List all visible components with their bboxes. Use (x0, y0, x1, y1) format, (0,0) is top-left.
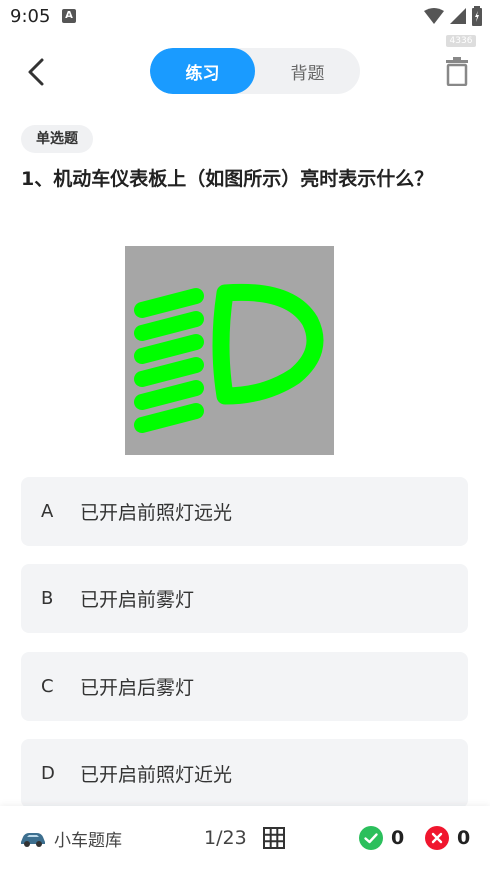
check-circle-icon (359, 826, 383, 850)
delete-button[interactable] (440, 54, 474, 88)
signal-icon (450, 8, 466, 24)
high-beam-indicator-icon (134, 283, 324, 433)
option-letter: C (41, 676, 54, 697)
x-circle-icon (425, 826, 449, 850)
option-c[interactable]: C 已开启后雾灯 (21, 652, 468, 721)
option-letter: D (41, 763, 55, 784)
option-d[interactable]: D 已开启前照灯近光 (21, 739, 468, 808)
option-text: 已开启前照灯近光 (80, 764, 233, 786)
bottom-bar: 小车题库 1/23 0 0 (0, 806, 490, 872)
mode-tabs: 练习 背题 (150, 48, 360, 94)
question-progress: 1/23 (204, 827, 247, 849)
chevron-left-icon (28, 58, 44, 86)
option-b[interactable]: B 已开启前雾灯 (21, 564, 468, 633)
status-icons (424, 6, 482, 26)
option-text: 已开启前照灯远光 (80, 502, 233, 524)
correct-stat: 0 (359, 826, 404, 850)
option-text: 已开启前雾灯 (80, 589, 195, 611)
option-letter: B (41, 588, 54, 609)
tab-memorize[interactable]: 背题 (255, 48, 360, 94)
question-text: 1、机动车仪表板上（如图所示）亮时表示什么？ (21, 168, 434, 190)
question-type-badge: 单选题 (21, 125, 93, 153)
option-text: 已开启后雾灯 (80, 677, 195, 699)
question-grid-button[interactable] (262, 826, 286, 850)
back-button[interactable] (18, 54, 54, 90)
status-time: 9:05 (10, 6, 51, 27)
grid-icon (263, 827, 285, 849)
question-bank-label: 小车题库 (54, 831, 122, 851)
question-bank-selector[interactable]: 小车题库 (20, 826, 122, 851)
notification-icon: A (62, 9, 76, 23)
wrong-stat: 0 (425, 826, 470, 850)
watermark: 4336 (446, 35, 476, 47)
option-letter: A (41, 501, 54, 522)
car-icon (21, 832, 45, 847)
correct-count: 0 (391, 827, 405, 849)
option-a[interactable]: A 已开启前照灯远光 (21, 477, 468, 546)
question-image (125, 246, 334, 455)
status-bar: 9:05 A (0, 0, 490, 34)
wifi-icon (424, 8, 444, 24)
trash-icon (446, 57, 468, 86)
tab-practice[interactable]: 练习 (150, 48, 255, 94)
battery-icon (472, 6, 482, 26)
wrong-count: 0 (457, 827, 471, 849)
